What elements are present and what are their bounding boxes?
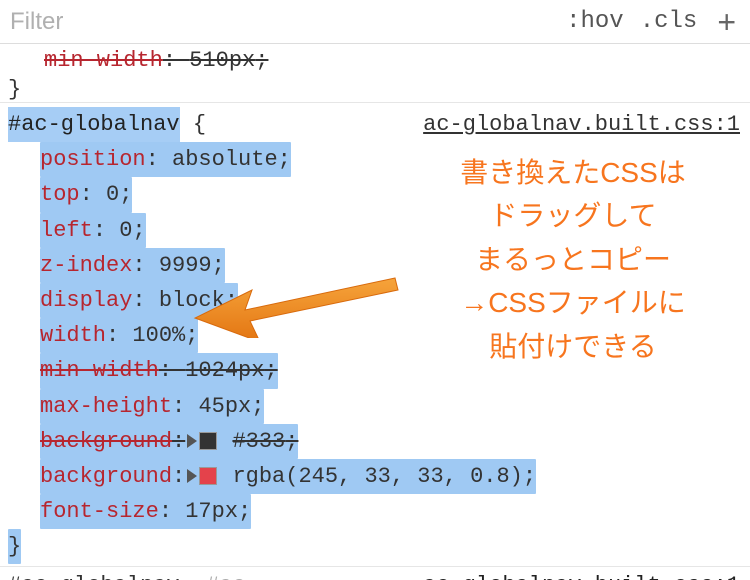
css-declaration[interactable]: max-height: 45px; bbox=[8, 389, 742, 424]
hov-toggle[interactable]: :hov bbox=[566, 8, 624, 35]
prev-rule-close-brace: } bbox=[0, 77, 750, 102]
css-declaration[interactable]: background: rgba(245, 33, 33, 0.8); bbox=[8, 459, 742, 494]
color-swatch[interactable] bbox=[199, 432, 217, 450]
css-declaration[interactable]: font-size: 17px; bbox=[8, 494, 742, 529]
css-declaration[interactable]: z-index: 9999; bbox=[8, 248, 742, 283]
css-value[interactable]: 100% bbox=[132, 323, 185, 348]
css-declaration[interactable]: top: 0; bbox=[8, 177, 742, 212]
css-value[interactable]: 45px bbox=[198, 394, 251, 419]
filter-input[interactable] bbox=[10, 8, 550, 36]
css-declaration[interactable]: width: 100%; bbox=[8, 318, 742, 353]
css-value[interactable]: block bbox=[159, 288, 225, 313]
css-property[interactable]: top bbox=[40, 182, 80, 207]
new-style-rule-button[interactable]: + bbox=[717, 12, 736, 32]
css-property[interactable]: max-height bbox=[40, 394, 172, 419]
css-declaration[interactable]: left: 0; bbox=[8, 213, 742, 248]
css-declaration[interactable]: background: #333; bbox=[8, 424, 742, 459]
css-property[interactable]: width bbox=[40, 323, 106, 348]
css-value[interactable]: absolute bbox=[172, 147, 278, 172]
expand-swatch-icon[interactable] bbox=[187, 469, 197, 483]
css-property[interactable]: z-index bbox=[40, 253, 132, 278]
css-value[interactable]: #333 bbox=[232, 429, 285, 454]
prev-rule-fragment: min-width: 510px; bbox=[0, 44, 750, 77]
expand-swatch-icon[interactable] bbox=[187, 434, 197, 448]
rule-close-brace: } bbox=[8, 529, 742, 564]
style-rule: ac-globalnav.built.css:1 #ac-globalnav {… bbox=[0, 102, 750, 567]
source-link[interactable]: ac-globalnav.built.css:1 bbox=[423, 573, 740, 580]
css-selector[interactable]: #ac-globalnav bbox=[8, 107, 180, 142]
css-value[interactable]: rgba(245, 33, 33, 0.8) bbox=[232, 464, 522, 489]
css-value[interactable]: 0 bbox=[106, 182, 119, 207]
css-property[interactable]: display bbox=[40, 288, 132, 313]
color-swatch[interactable] bbox=[199, 467, 217, 485]
source-link[interactable]: ac-globalnav.built.css:1 bbox=[423, 107, 740, 142]
css-property[interactable]: min-width bbox=[44, 48, 163, 73]
css-declaration[interactable]: position: absolute; bbox=[8, 142, 742, 177]
css-selector[interactable]: #ac-globalnav, #ac- bbox=[8, 573, 259, 580]
css-value[interactable]: 510px bbox=[189, 48, 255, 73]
css-value[interactable]: 17px bbox=[185, 499, 238, 524]
css-property[interactable]: background bbox=[40, 464, 172, 489]
css-declaration[interactable]: min-width: 1024px; bbox=[8, 353, 742, 388]
css-property[interactable]: min-width bbox=[40, 358, 159, 383]
styles-toolbar: :hov .cls + bbox=[0, 0, 750, 44]
css-property[interactable]: position bbox=[40, 147, 146, 172]
css-value[interactable]: 1024px bbox=[185, 358, 264, 383]
css-property[interactable]: font-size bbox=[40, 499, 159, 524]
css-value[interactable]: 0 bbox=[119, 218, 132, 243]
css-property[interactable]: background bbox=[40, 429, 172, 454]
css-declaration[interactable]: display: block; bbox=[8, 283, 742, 318]
next-rule-fragment: #ac-globalnav, #ac- ac-globalnav.built.c… bbox=[0, 571, 750, 580]
css-value[interactable]: 9999 bbox=[159, 253, 212, 278]
cls-toggle[interactable]: .cls bbox=[640, 8, 698, 35]
css-property[interactable]: left bbox=[40, 218, 93, 243]
